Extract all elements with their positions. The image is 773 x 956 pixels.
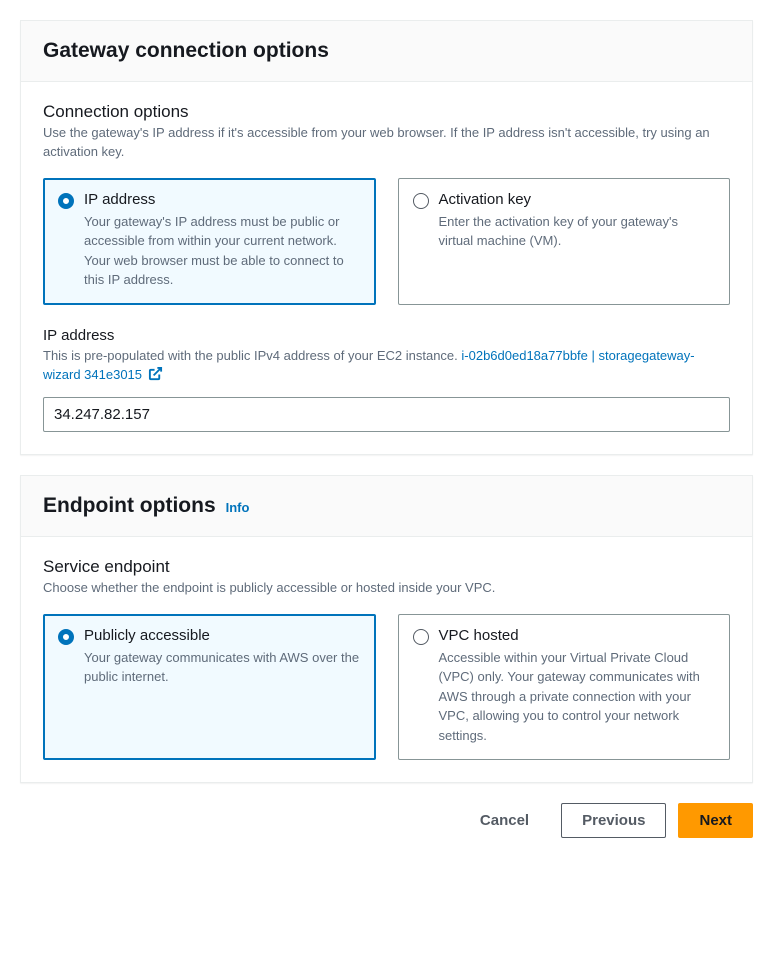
endpoint-tile-row: Publicly accessible Your gateway communi… (43, 614, 730, 761)
external-link-icon (148, 366, 163, 387)
ip-field-help-text: This is pre-populated with the public IP… (43, 348, 461, 363)
footer-buttons: Cancel Previous Next (20, 803, 753, 838)
tile-activation-content: Activation key Enter the activation key … (439, 191, 716, 251)
ip-address-input[interactable] (43, 397, 730, 432)
connection-section-title: Connection options (43, 102, 730, 122)
connection-section-desc: Use the gateway's IP address if it's acc… (43, 124, 730, 162)
endpoint-panel-body: Service endpoint Choose whether the endp… (21, 537, 752, 782)
gateway-panel-header: Gateway connection options (21, 21, 752, 82)
connection-tile-row: IP address Your gateway's IP address mus… (43, 178, 730, 305)
gateway-panel-title: Gateway connection options (43, 39, 329, 63)
tile-activation-key[interactable]: Activation key Enter the activation key … (398, 178, 731, 305)
gateway-panel-body: Connection options Use the gateway's IP … (21, 82, 752, 454)
tile-ip-content: IP address Your gateway's IP address mus… (84, 191, 361, 290)
tile-activation-title: Activation key (439, 191, 716, 208)
radio-activation-key[interactable] (413, 193, 429, 209)
endpoint-section-desc: Choose whether the endpoint is publicly … (43, 579, 730, 598)
cancel-button[interactable]: Cancel (460, 804, 549, 837)
tile-activation-desc: Enter the activation key of your gateway… (439, 212, 716, 251)
ip-address-field-block: IP address This is pre-populated with th… (43, 327, 730, 432)
tile-pa-desc: Your gateway communicates with AWS over … (84, 648, 361, 687)
radio-ip-address[interactable] (58, 193, 74, 209)
tile-ip-title: IP address (84, 191, 361, 208)
tile-vpc-hosted[interactable]: VPC hosted Accessible within your Virtua… (398, 614, 731, 761)
tile-ip-desc: Your gateway's IP address must be public… (84, 212, 361, 290)
tile-vpc-desc: Accessible within your Virtual Private C… (439, 648, 716, 746)
next-button[interactable]: Next (678, 803, 753, 838)
tile-pa-content: Publicly accessible Your gateway communi… (84, 627, 361, 687)
radio-publicly-accessible[interactable] (58, 629, 74, 645)
endpoint-panel-header: Endpoint options Info (21, 476, 752, 537)
endpoint-panel-title: Endpoint options (43, 494, 216, 518)
tile-vpc-title: VPC hosted (439, 627, 716, 644)
tile-ip-address[interactable]: IP address Your gateway's IP address mus… (43, 178, 376, 305)
endpoint-options-panel: Endpoint options Info Service endpoint C… (20, 475, 753, 783)
gateway-connection-panel: Gateway connection options Connection op… (20, 20, 753, 455)
endpoint-info-link[interactable]: Info (226, 500, 250, 515)
previous-button[interactable]: Previous (561, 803, 666, 838)
ip-field-label: IP address (43, 327, 730, 344)
radio-vpc-hosted[interactable] (413, 629, 429, 645)
ip-field-help: This is pre-populated with the public IP… (43, 346, 730, 387)
tile-pa-title: Publicly accessible (84, 627, 361, 644)
tile-publicly-accessible[interactable]: Publicly accessible Your gateway communi… (43, 614, 376, 761)
tile-vpc-content: VPC hosted Accessible within your Virtua… (439, 627, 716, 746)
endpoint-section-title: Service endpoint (43, 557, 730, 577)
